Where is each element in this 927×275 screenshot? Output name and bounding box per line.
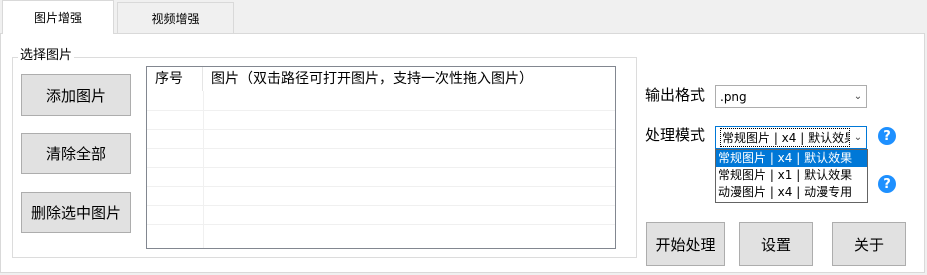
tab-image-enhance-label: 图片增强	[33, 11, 82, 25]
list-row	[147, 224, 615, 243]
list-row	[147, 129, 615, 148]
settings-button[interactable]: 设置	[739, 222, 813, 266]
help-icon[interactable]: ?	[878, 127, 896, 145]
image-list[interactable]: 序号 图片（双击路径可打开图片，支持一次性拖入图片）	[146, 66, 616, 249]
add-image-button[interactable]: 添加图片	[21, 74, 131, 116]
tab-video-enhance[interactable]: 视频增强	[117, 2, 234, 33]
clear-all-button[interactable]: 清除全部	[21, 133, 131, 174]
process-mode-value: 常规图片 | x4 | 默认效果	[720, 128, 850, 147]
mode-option[interactable]: 常规图片 | x1 | 默认效果	[716, 167, 867, 184]
list-row	[147, 167, 615, 186]
image-group-title: 选择图片	[18, 47, 75, 65]
output-format-select[interactable]: .png ⌄	[715, 85, 867, 108]
process-mode-label: 处理模式	[645, 126, 706, 144]
output-format-value: .png	[720, 89, 747, 104]
start-processing-button[interactable]: 开始处理	[646, 222, 725, 266]
mode-option[interactable]: 动漫图片 | x4 | 动漫专用	[716, 184, 867, 201]
tab-video-enhance-label: 视频增强	[151, 11, 200, 26]
list-row	[147, 205, 615, 224]
list-header: 序号 图片（双击路径可打开图片，支持一次性拖入图片）	[147, 67, 615, 91]
output-format-label: 输出格式	[645, 86, 706, 104]
chevron-down-icon: ⌄	[853, 91, 863, 102]
delete-selected-button[interactable]: 删除选中图片	[21, 192, 131, 233]
list-row	[147, 110, 615, 129]
process-mode-select[interactable]: 常规图片 | x4 | 默认效果 ⌄	[715, 126, 867, 149]
column-header-index[interactable]: 序号	[147, 67, 203, 91]
tab-image-enhance[interactable]: 图片增强	[2, 0, 114, 34]
list-row	[147, 186, 615, 205]
mode-option[interactable]: 常规图片 | x4 | 默认效果	[716, 150, 867, 167]
column-header-image[interactable]: 图片（双击路径可打开图片，支持一次性拖入图片）	[203, 67, 615, 91]
about-button[interactable]: 关于	[832, 222, 906, 266]
chevron-down-icon: ⌄	[853, 132, 863, 143]
process-mode-dropdown: 常规图片 | x4 | 默认效果 常规图片 | x1 | 默认效果 动漫图片 |…	[715, 149, 868, 203]
list-row	[147, 148, 615, 167]
help-icon[interactable]: ?	[878, 175, 896, 193]
